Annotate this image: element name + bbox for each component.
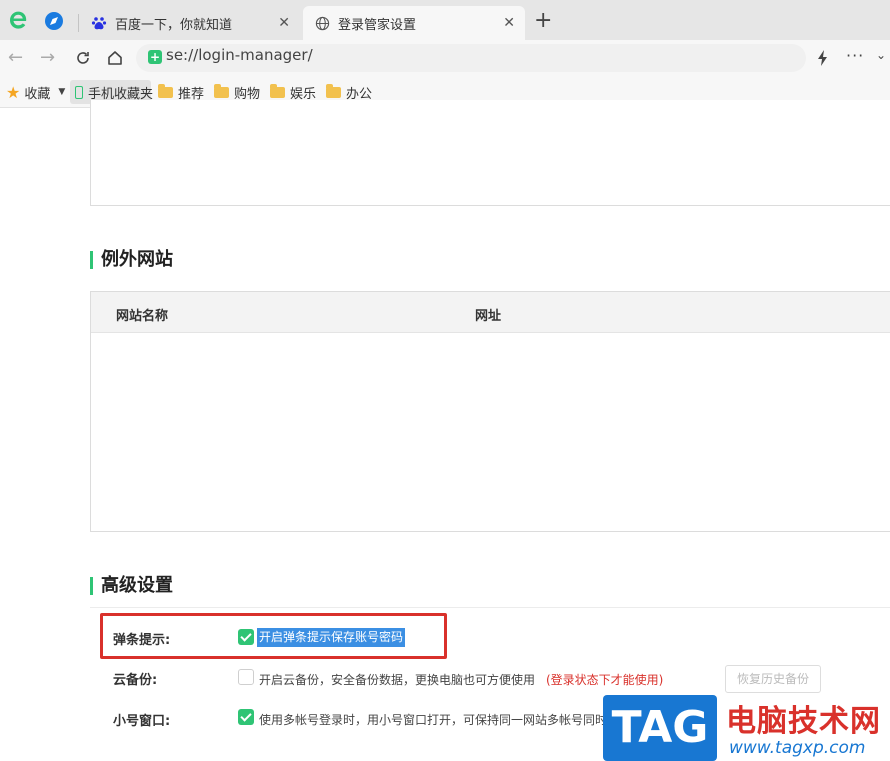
bookmark-favorites[interactable]: ★ 收藏 ▼ <box>6 82 65 102</box>
bookmark-folder[interactable]: 娱乐 <box>270 83 317 102</box>
option-small-window-text[interactable]: 使用多帐号登录时，用小号窗口打开，可保持同一网站多帐号同时 <box>259 711 607 728</box>
option-cloud-text[interactable]: 开启云备份，安全备份数据，更换电脑也可方便使用 <box>259 671 535 688</box>
home-icon[interactable] <box>106 49 124 67</box>
bookmark-label: 办公 <box>346 86 373 102</box>
secure-shield-icon: + <box>148 50 162 64</box>
bookmark-label: 收藏 <box>24 86 51 102</box>
bookmark-mobile[interactable]: 手机收藏夹 <box>75 83 154 102</box>
cloud-note: (登录状态下才能使用) <box>546 673 664 687</box>
watermark-text: 电脑技术网 <box>726 704 881 739</box>
compass-icon[interactable] <box>45 12 63 30</box>
column-header-site-name: 网站名称 <box>116 309 169 324</box>
toolbar: ← → + ··· ⌄ <box>0 40 890 76</box>
divider <box>90 607 890 608</box>
folder-icon <box>270 83 285 98</box>
watermark-url: www.tagxp.com <box>729 738 866 758</box>
star-icon: ★ <box>6 82 21 102</box>
label-small-window: 小号窗口: <box>113 714 171 729</box>
bookmark-label: 推荐 <box>178 86 205 102</box>
lightning-icon[interactable] <box>816 49 830 67</box>
close-icon[interactable]: ✕ <box>503 15 515 31</box>
chevron-down-icon[interactable]: ⌄ <box>876 48 886 62</box>
url-text[interactable]: se://login-manager/ <box>166 46 313 64</box>
phone-icon <box>75 85 83 99</box>
new-tab-button[interactable]: + <box>534 9 552 33</box>
refresh-icon[interactable] <box>74 49 92 67</box>
globe-icon <box>315 16 330 30</box>
watermark-tag-logo: TAG <box>603 695 717 761</box>
baidu-paw-icon <box>91 17 107 30</box>
exceptions-table <box>90 291 890 532</box>
close-icon[interactable]: ✕ <box>278 15 290 31</box>
folder-icon <box>158 83 173 98</box>
back-icon[interactable]: ← <box>8 48 23 68</box>
label-cloud-backup: 云备份: <box>113 673 158 688</box>
section-title-advanced: 高级设置 <box>90 575 173 597</box>
tab-login-manager[interactable]: 登录管家设置 ✕ <box>303 6 525 40</box>
caret-down-icon[interactable]: ▼ <box>58 87 65 97</box>
tab-title: 登录管家设置 <box>338 17 417 33</box>
folder-icon <box>214 83 229 98</box>
browser-logo-icon[interactable] <box>6 8 30 32</box>
tab-baidu[interactable]: 百度一下，你就知道 ✕ <box>80 6 300 40</box>
bookmark-folder[interactable]: 购物 <box>214 83 261 102</box>
bookmark-folder[interactable]: 办公 <box>326 83 373 102</box>
column-header-url: 网址 <box>475 309 502 324</box>
forward-icon[interactable]: → <box>40 48 55 68</box>
restore-backup-button[interactable]: 恢复历史备份 <box>725 665 821 693</box>
checkbox-small-window[interactable] <box>238 709 254 725</box>
highlight-box <box>100 613 447 659</box>
bookmark-label: 娱乐 <box>290 86 317 102</box>
section-title-exceptions: 例外网站 <box>90 249 173 271</box>
tab-title: 百度一下，你就知道 <box>115 17 233 33</box>
bookmark-label: 手机收藏夹 <box>88 86 154 102</box>
bookmark-folder[interactable]: 推荐 <box>158 83 205 102</box>
bookmark-label: 购物 <box>234 86 261 102</box>
saved-passwords-panel <box>90 100 890 206</box>
tab-bar: 百度一下，你就知道 ✕ 登录管家设置 ✕ + <box>0 0 890 40</box>
more-icon[interactable]: ··· <box>846 46 864 65</box>
checkbox-cloud-backup[interactable] <box>238 669 254 685</box>
folder-icon <box>326 83 341 98</box>
